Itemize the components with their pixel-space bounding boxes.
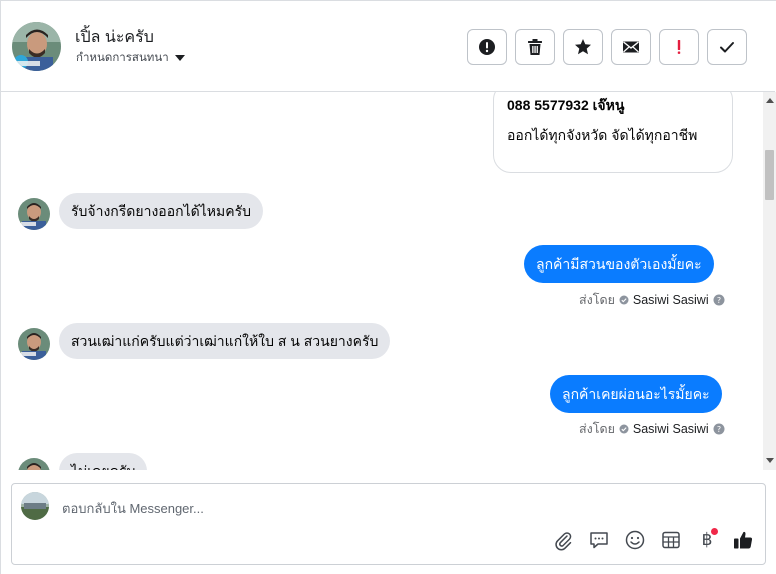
assign-conversation-dropdown[interactable]: กำหนดการสนทนา	[76, 49, 185, 67]
speech-bubble-icon	[590, 532, 608, 549]
svg-text:?: ?	[716, 296, 720, 305]
help-icon[interactable]: ?	[713, 294, 725, 306]
incoming-message[interactable]: รับจ้างกรีดยางออกได้ไหมครับ	[59, 193, 263, 229]
caret-down-icon	[174, 55, 185, 61]
sender-name: Sasiwi Sasiwi	[632, 293, 709, 307]
conversation-actions	[467, 29, 747, 65]
assign-conversation-label: กำหนดการสนทนา	[76, 52, 169, 64]
table-icon	[662, 531, 680, 549]
incoming-message[interactable]: สวนเฒ่าแก่ครับแต่ว่าเฒ่าแก่ให้ใบ ส น สวน…	[59, 323, 391, 359]
paperclip-icon	[555, 532, 572, 551]
message-scrollbar[interactable]	[763, 92, 776, 470]
outgoing-message[interactable]: ลูกค้ามีสวนของตัวเองมั้ยคะ	[524, 245, 714, 283]
help-icon[interactable]: ?	[713, 423, 725, 435]
sent-by-label: ส่งโดย	[579, 293, 615, 307]
follow-up-button[interactable]	[659, 29, 699, 65]
saved-replies-button[interactable]	[587, 528, 611, 552]
scroll-up-arrow-icon[interactable]	[766, 98, 774, 103]
reply-input[interactable]	[62, 498, 722, 518]
trash-icon	[528, 39, 542, 55]
page-avatar	[21, 492, 49, 520]
scroll-thumb[interactable]	[765, 150, 774, 200]
sender-name: Sasiwi Sasiwi	[632, 422, 709, 436]
sent-by-label: ส่งโดย	[579, 422, 615, 436]
contact-avatar-small[interactable]	[18, 198, 50, 230]
emoji-icon	[625, 530, 645, 550]
contact-avatar-small[interactable]	[18, 328, 50, 360]
attach-button[interactable]	[551, 528, 575, 552]
star-icon	[575, 39, 591, 55]
card-body-text: ออกได้ทุกจังหวัด จัดได้ทุกอาชีพ	[507, 127, 698, 143]
verified-dot-icon	[619, 295, 629, 305]
notification-dot	[711, 528, 718, 535]
card-phone-text: 088 5577932 เจ๊หนู	[507, 97, 625, 113]
emoji-button[interactable]	[623, 528, 647, 552]
reply-composer: ฿	[11, 483, 766, 565]
shared-message-card: 088 5577932 เจ๊หนู ออกได้ทุกจังหวัด จัดไ…	[493, 92, 733, 173]
message-list[interactable]: 088 5577932 เจ๊หนู ออกได้ทุกจังหวัด จัดไ…	[1, 92, 763, 470]
conversation-header: เปิ้ล น่ะครับ กำหนดการสนทนา	[1, 1, 775, 92]
composer-tools: ฿	[551, 528, 755, 552]
thumbs-up-icon	[734, 531, 753, 549]
table-button[interactable]	[659, 528, 683, 552]
spam-button[interactable]	[467, 29, 507, 65]
envelope-icon	[623, 41, 639, 53]
check-icon	[720, 42, 734, 53]
delete-button[interactable]	[515, 29, 555, 65]
contact-avatar[interactable]	[12, 22, 61, 71]
star-button[interactable]	[563, 29, 603, 65]
svg-text:?: ?	[716, 425, 720, 434]
payment-button[interactable]: ฿	[695, 528, 719, 552]
outgoing-message[interactable]: ลูกค้าเคยผ่อนอะไรมั้ยคะ	[550, 375, 722, 413]
like-button[interactable]	[731, 528, 755, 552]
mark-unread-button[interactable]	[611, 29, 651, 65]
contact-avatar-small[interactable]	[18, 458, 50, 470]
verified-dot-icon	[619, 424, 629, 434]
alert-circle-icon	[479, 39, 495, 55]
sent-by-info: ส่งโดย Sasiwi Sasiwi ?	[579, 290, 725, 310]
sent-by-info: ส่งโดย Sasiwi Sasiwi ?	[579, 419, 725, 439]
exclamation-icon	[677, 40, 681, 54]
done-button[interactable]	[707, 29, 747, 65]
scroll-down-arrow-icon[interactable]	[766, 458, 774, 463]
incoming-message[interactable]: ไม่เคยครับ	[59, 453, 148, 470]
contact-name: เปิ้ล น่ะครับ	[75, 29, 154, 46]
